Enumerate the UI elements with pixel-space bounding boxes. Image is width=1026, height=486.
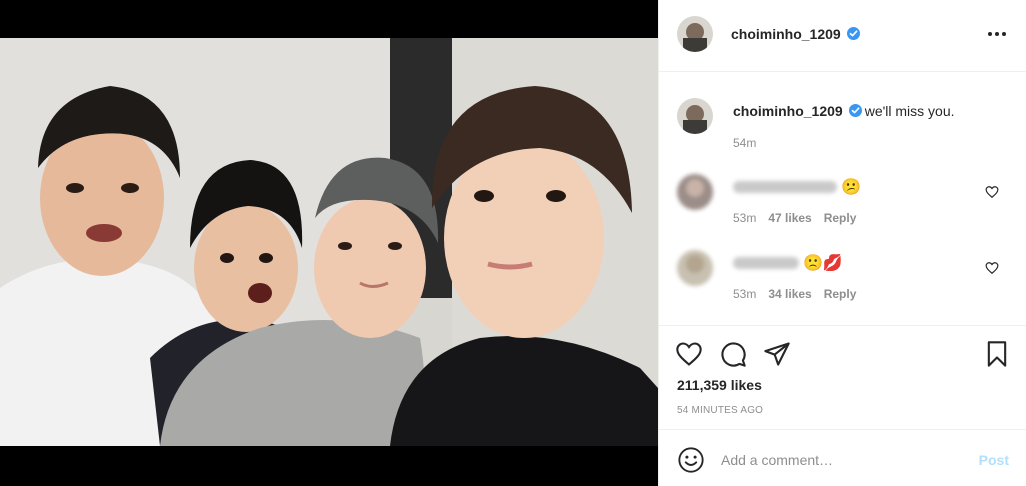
- comment-likes[interactable]: 34 likes: [768, 287, 811, 301]
- bookmark-icon[interactable]: [983, 340, 1011, 368]
- comment-input[interactable]: [721, 448, 961, 472]
- share-icon[interactable]: [763, 340, 791, 368]
- post-timestamp: 54 MINUTES AGO: [677, 405, 764, 416]
- comment-row: 😕: [733, 177, 861, 197]
- caption-verified-icon: [849, 104, 862, 117]
- caption-time: 54m: [733, 136, 757, 150]
- comment-emoji: 🙁💋: [803, 255, 843, 272]
- comment-avatar[interactable]: [677, 250, 713, 286]
- post-button[interactable]: Post: [979, 452, 1009, 468]
- caption-avatar[interactable]: [677, 98, 713, 134]
- reply-button[interactable]: Reply: [824, 211, 857, 225]
- heart-icon[interactable]: [675, 340, 703, 368]
- comment-like-heart-icon[interactable]: [985, 261, 999, 275]
- comment-time: 53m: [733, 211, 757, 225]
- comment-box: Post: [659, 429, 1026, 486]
- comments-list: choiminho_1209 we'll miss you. 54m 😕 53m 4…: [659, 73, 1026, 325]
- more-icon[interactable]: [987, 26, 1007, 42]
- author-avatar[interactable]: [677, 16, 713, 52]
- caption-text: we'll miss you.: [864, 103, 955, 119]
- post-header: choiminho_1209: [659, 0, 1026, 72]
- likes-count[interactable]: 211,359 likes: [677, 377, 762, 393]
- post-side-panel: choiminho_1209 choiminho_1209 we'll miss …: [658, 0, 1026, 486]
- caption-username[interactable]: choiminho_1209: [733, 103, 843, 119]
- post-actions: 211,359 likes 54 MINUTES AGO: [659, 325, 1026, 429]
- comment-username-blurred[interactable]: [733, 181, 837, 193]
- comment-emoji: 😕: [841, 179, 861, 196]
- caption-meta: 54m: [733, 136, 768, 150]
- verified-icon: [847, 27, 860, 40]
- comment-avatar[interactable]: [677, 174, 713, 210]
- author-username[interactable]: choiminho_1209: [731, 26, 841, 42]
- caption: choiminho_1209 we'll miss you.: [733, 103, 955, 119]
- comment-username-blurred[interactable]: [733, 257, 799, 269]
- comment-meta: 53m 47 likes Reply: [733, 211, 868, 225]
- reply-button[interactable]: Reply: [824, 287, 857, 301]
- comment-icon[interactable]: [719, 340, 747, 368]
- comment-row: 🙁💋: [733, 253, 843, 273]
- smile-icon[interactable]: [677, 446, 705, 474]
- comment-meta: 53m 34 likes Reply: [733, 287, 868, 301]
- post-media: [0, 0, 658, 486]
- comment-like-heart-icon[interactable]: [985, 185, 999, 199]
- comment-time: 53m: [733, 287, 757, 301]
- post-photo[interactable]: [0, 38, 658, 446]
- comment-likes[interactable]: 47 likes: [768, 211, 811, 225]
